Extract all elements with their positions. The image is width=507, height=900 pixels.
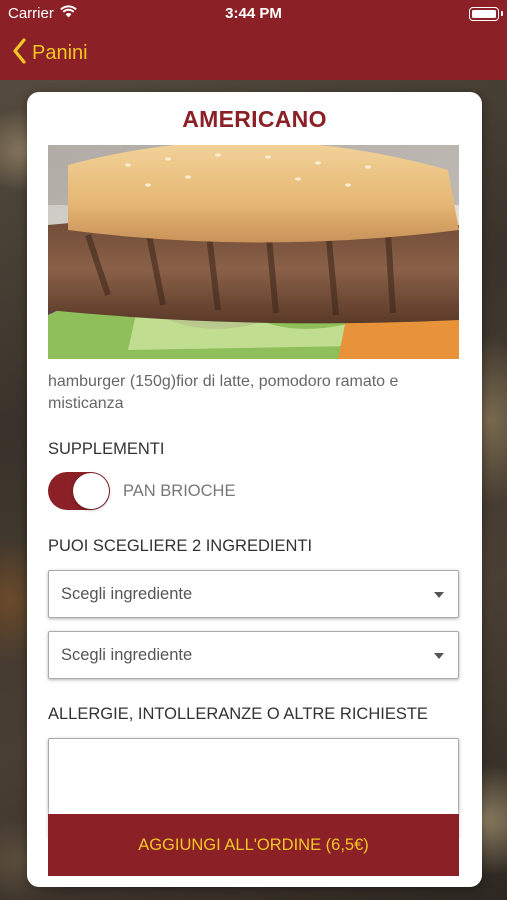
- supplements-label: SUPPLEMENTI: [48, 440, 165, 458]
- ingredients-label: PUOI SCEGLIERE 2 INGREDIENTI: [48, 537, 313, 555]
- product-description: hamburger (150g)fior di latte, pomodoro …: [48, 373, 399, 412]
- product-title: AMERICANO: [182, 106, 327, 132]
- battery-icon: [469, 7, 503, 21]
- supplement-option-label: PAN BRIOCHE: [123, 481, 236, 500]
- add-to-order-button[interactable]: AGGIUNGI ALL'ORDINE (6,5€): [48, 814, 459, 876]
- ingredient-select-2[interactable]: Scegli ingrediente: [48, 631, 459, 679]
- supplement-row: PAN BRIOCHE: [48, 472, 235, 510]
- back-label: Panini: [32, 42, 88, 64]
- ingredient-select-2-value: Scegli ingrediente: [61, 646, 193, 664]
- caret-down-icon: [434, 653, 444, 659]
- ingredient-select-1-value: Scegli ingrediente: [61, 585, 193, 603]
- status-bar: Carrier 3:44 PM: [0, 0, 507, 28]
- ingredient-select-1[interactable]: Scegli ingrediente: [48, 570, 459, 618]
- requests-label: ALLERGIE, INTOLLERANZE O ALTRE RICHIESTE: [48, 705, 428, 723]
- toggle-knob: [73, 473, 109, 509]
- product-card: AMERICANO hamburger (150g)fior di latte,…: [27, 92, 482, 887]
- product-image: [48, 145, 459, 359]
- caret-down-icon: [434, 592, 444, 598]
- status-time: 3:44 PM: [225, 5, 282, 22]
- pan-brioche-toggle[interactable]: [48, 472, 110, 510]
- navigation-bar: Panini: [0, 28, 507, 80]
- chevron-left-icon: [12, 38, 26, 69]
- back-button[interactable]: Panini: [12, 38, 88, 69]
